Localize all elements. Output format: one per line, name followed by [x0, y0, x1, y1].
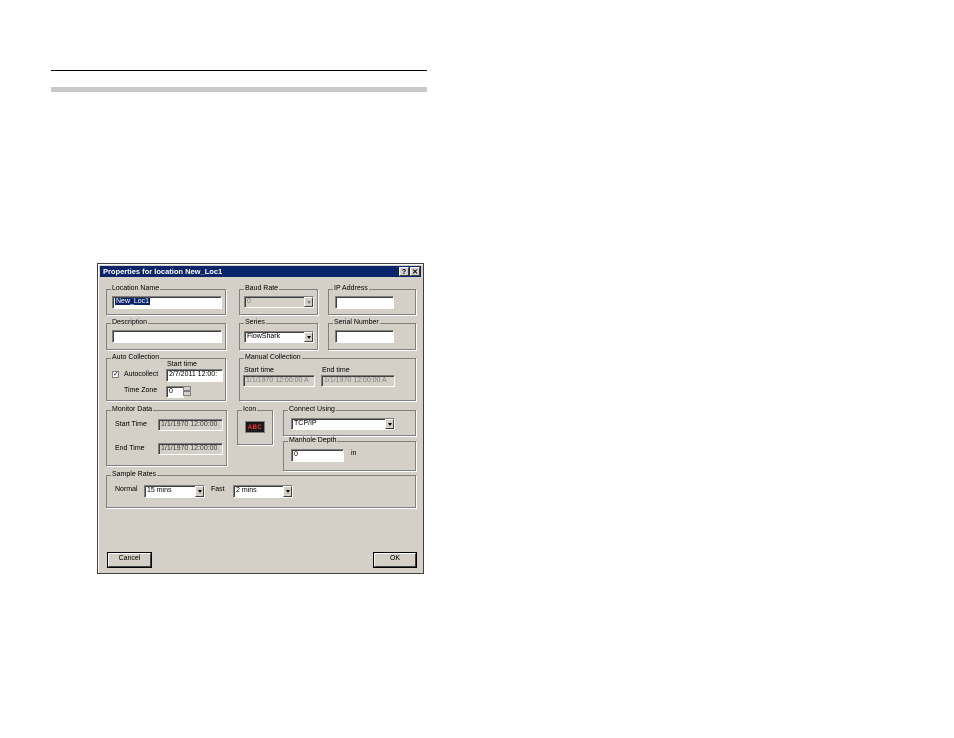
- manual-collection-label: Manual Collection: [244, 354, 302, 362]
- monitor-data-label: Monitor Data: [111, 406, 154, 414]
- manhole-depth-unit: in: [351, 450, 357, 457]
- manhole-depth-value: 0: [294, 451, 298, 458]
- connect-using-label: Connect Using: [288, 406, 336, 414]
- autocollect-checkbox[interactable]: ✓: [112, 371, 119, 378]
- spin-down-icon[interactable]: [183, 391, 191, 396]
- baud-rate-select[interactable]: 0: [244, 296, 314, 308]
- dialog-titlebar: Properties for location New_Loc1 ? ✕: [100, 266, 421, 277]
- auto-collection-label: Auto Collection: [111, 354, 161, 362]
- monitor-end-time-value-box: 1/1/1970 12:00:00: [158, 443, 223, 455]
- manual-start-time-label: Start time: [244, 367, 274, 374]
- manhole-depth-input[interactable]: 0: [291, 449, 344, 462]
- normal-rate-select[interactable]: 15 mins: [144, 485, 205, 498]
- ip-address-input[interactable]: [335, 296, 394, 309]
- monitor-end-time-value: 1/1/1970 12:00:00: [161, 445, 218, 452]
- auto-start-time-input[interactable]: 2/7/2011 12:00:: [166, 369, 223, 382]
- manual-start-time-value: 1/1/1970 12:00:00 A: [246, 377, 309, 384]
- chevron-down-icon[interactable]: [385, 419, 394, 429]
- location-name-input[interactable]: New_Loc1: [112, 296, 222, 309]
- help-button[interactable]: ?: [399, 267, 409, 276]
- series-select[interactable]: FlowShark: [244, 331, 314, 343]
- sample-rates-label: Sample Rates: [111, 471, 157, 479]
- normal-rate-value: 15 mins: [147, 487, 172, 494]
- manual-end-time-input[interactable]: 1/1/1970 12:00:00 A: [321, 375, 395, 387]
- baud-rate-label: Baud Rate: [244, 285, 280, 293]
- location-name-value: New_Loc1: [115, 298, 151, 305]
- chevron-down-icon[interactable]: [304, 332, 313, 342]
- gray-rule: [51, 87, 427, 92]
- chevron-down-icon[interactable]: [195, 486, 204, 497]
- ok-button[interactable]: OK: [374, 553, 416, 567]
- chevron-down-icon[interactable]: [304, 297, 313, 307]
- serial-number-input[interactable]: [335, 330, 394, 343]
- time-zone-spinner[interactable]: [183, 386, 191, 396]
- monitor-start-time-value: 1/1/1970 12:00:00: [161, 421, 218, 428]
- close-button[interactable]: ✕: [410, 267, 420, 276]
- auto-start-time-label: Start time: [167, 361, 197, 368]
- connect-using-value: TCP/IP: [294, 420, 317, 427]
- icon-group-label: Icon: [242, 406, 258, 414]
- time-zone-input[interactable]: 0: [166, 386, 184, 398]
- baud-rate-value: 0: [247, 298, 251, 305]
- device-display-icon[interactable]: ABC: [245, 421, 265, 433]
- serial-number-label: Serial Number: [333, 319, 380, 327]
- top-rule: [51, 70, 427, 71]
- description-input[interactable]: [112, 330, 222, 343]
- monitor-end-time-label: End Time: [115, 445, 145, 452]
- series-label: Series: [244, 319, 266, 327]
- ip-address-label: IP Address: [333, 285, 369, 293]
- time-zone-label: Time Zone: [124, 387, 158, 394]
- fast-rate-value: 2 mins: [236, 487, 257, 494]
- properties-dialog: Properties for location New_Loc1 ? ✕ Loc…: [97, 263, 424, 574]
- series-value: FlowShark: [247, 333, 281, 340]
- dialog-title: Properties for location New_Loc1: [103, 267, 223, 276]
- fast-rate-label: Fast: [211, 486, 225, 493]
- manhole-depth-label: Manhole Depth: [288, 437, 338, 445]
- autocollect-label: Autocollect: [124, 371, 159, 378]
- time-zone-value: 0: [169, 388, 173, 395]
- location-name-label: Location Name: [111, 285, 161, 293]
- monitor-start-time-value-box: 1/1/1970 12:00:00: [158, 419, 223, 431]
- connect-using-select[interactable]: TCP/IP: [291, 418, 395, 430]
- fast-rate-select[interactable]: 2 mins: [233, 485, 293, 498]
- cancel-button[interactable]: Cancel: [108, 553, 151, 567]
- manual-end-time-label: End time: [322, 367, 350, 374]
- monitor-start-time-label: Start Time: [115, 421, 147, 428]
- normal-rate-label: Normal: [115, 486, 138, 493]
- chevron-down-icon[interactable]: [283, 486, 292, 497]
- auto-start-time-value: 2/7/2011 12:00:: [169, 371, 218, 378]
- description-label: Description: [111, 319, 149, 327]
- manual-start-time-input[interactable]: 1/1/1970 12:00:00 A: [243, 375, 315, 387]
- manual-end-time-value: 1/1/1970 12:00:00 A: [324, 377, 387, 384]
